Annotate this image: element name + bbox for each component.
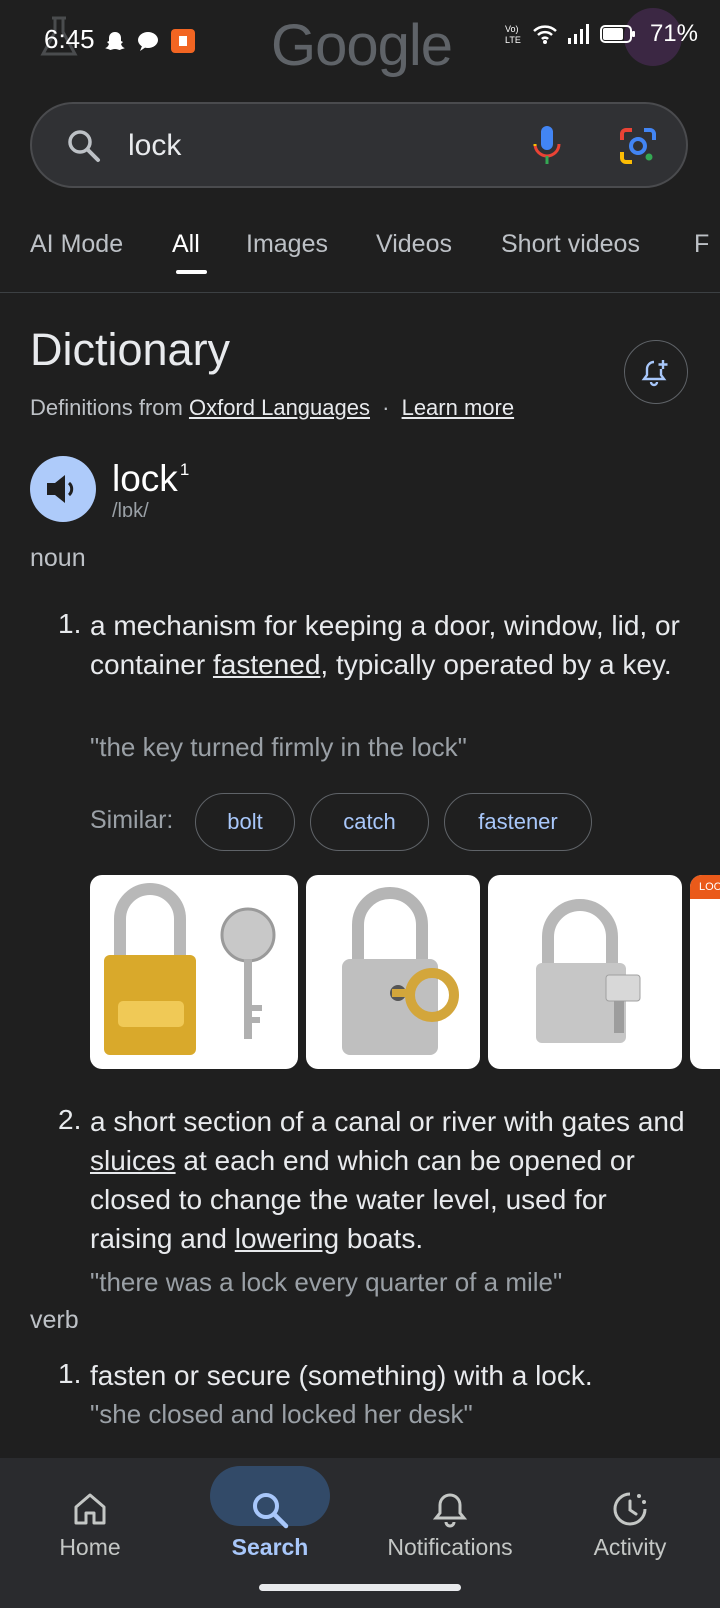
svg-text:LTE: LTE — [505, 35, 521, 45]
definition-part: a short section of a canal or river with… — [90, 1106, 685, 1137]
home-icon — [74, 1493, 106, 1525]
tab-short-videos[interactable]: Short videos — [501, 230, 640, 259]
definition-text: a short section of a canal or river with… — [90, 1102, 690, 1258]
nav-home[interactable]: Home — [0, 1458, 180, 1608]
learn-more-link[interactable]: Learn more — [402, 395, 515, 420]
signal-icon — [567, 24, 589, 44]
headword-text: lock — [112, 458, 178, 499]
nav-label: Home — [59, 1534, 121, 1560]
follow-button[interactable] — [624, 340, 688, 404]
nav-label: Activity — [593, 1534, 667, 1560]
status-bar: 6:45 Google Vo) LTE 71% — [0, 0, 720, 84]
tab-all[interactable]: All — [172, 230, 200, 259]
microphone-icon[interactable] — [532, 124, 562, 168]
snapchat-icon — [105, 32, 125, 50]
image-padlock-and-key-gold[interactable] — [90, 875, 298, 1069]
separator-dot: · — [382, 395, 390, 420]
link-lowering[interactable]: lowering — [235, 1223, 339, 1254]
image-padlock-with-key-silver[interactable] — [306, 875, 480, 1069]
search-input[interactable]: lock — [128, 129, 181, 163]
definition-number: 1. — [58, 1358, 82, 1389]
link-sluices[interactable]: sluices — [90, 1145, 176, 1176]
padlock-silver-image — [342, 887, 459, 1055]
definitions-source: Definitions from Oxford Languages · Lear… — [30, 395, 514, 421]
notification-icons — [104, 28, 196, 54]
bell-plus-icon — [641, 360, 668, 387]
part-of-speech-verb: verb — [30, 1306, 79, 1334]
battery-icon — [599, 25, 635, 43]
link-fastened[interactable]: fastened — [213, 649, 320, 680]
similar-chip-bolt[interactable]: bolt — [195, 793, 295, 851]
padlock-key-image — [104, 883, 276, 1055]
nav-label: Search — [231, 1534, 309, 1560]
similar-chip-catch[interactable]: catch — [310, 793, 429, 851]
headword-superscript: 1 — [179, 460, 190, 479]
volte-icon: Vo)LTE — [505, 24, 521, 45]
system-icons: Vo) LTE 71% — [504, 20, 698, 48]
bell-icon — [432, 1493, 468, 1528]
similar-chip-fastener[interactable]: fastener — [444, 793, 592, 851]
definition-text: a mechanism for keeping a door, window, … — [90, 606, 690, 684]
definition-part: , typically operated by a key. — [320, 649, 672, 680]
tab-images[interactable]: Images — [246, 230, 328, 259]
chat-icon — [138, 32, 158, 51]
nav-activity[interactable]: Activity — [540, 1458, 720, 1608]
oxford-languages-link[interactable]: Oxford Languages — [189, 395, 370, 420]
padlock-silver-key-image — [536, 899, 641, 1043]
source-prefix: Definitions from — [30, 395, 183, 420]
search-bar[interactable]: lock — [30, 102, 688, 188]
similar-label: Similar: — [90, 806, 174, 834]
image-lock-partial[interactable]: LOC — [690, 875, 720, 1069]
definition-text: fasten or secure (something) with a lock… — [90, 1356, 690, 1395]
active-tab-indicator — [176, 270, 207, 274]
part-of-speech-noun: noun — [30, 544, 86, 572]
definition-number: 2. — [58, 1104, 82, 1135]
battery-percent: 71% — [649, 20, 698, 47]
tab-next[interactable]: F — [694, 230, 709, 259]
activity-icon — [613, 1492, 647, 1526]
svg-text:Vo): Vo) — [505, 24, 519, 34]
google-lens-icon[interactable] — [618, 126, 658, 166]
headword: lock 1 — [112, 458, 189, 500]
app-icon — [171, 29, 195, 53]
pronunciation-button[interactable] — [30, 456, 96, 522]
image-badge: LOC — [690, 875, 720, 899]
definition-number: 1. — [58, 608, 82, 639]
search-icon — [68, 130, 100, 162]
speaker-icon — [47, 475, 74, 503]
tab-ai-mode[interactable]: AI Mode — [30, 230, 123, 259]
example-text: "there was a lock every quarter of a mil… — [90, 1267, 563, 1297]
example-text: "the key turned firmly in the lock" — [90, 732, 467, 762]
dictionary-title: Dictionary — [30, 324, 231, 375]
search-tabs: AI Mode All Images Videos Short videos F — [0, 226, 720, 293]
nav-label: Notifications — [387, 1534, 513, 1560]
home-indicator[interactable] — [259, 1584, 461, 1591]
tab-videos[interactable]: Videos — [376, 230, 452, 259]
wifi-icon — [533, 25, 557, 44]
google-logo: Google — [271, 13, 453, 78]
status-time: 6:45 — [44, 24, 95, 54]
definition-part: boats. — [339, 1223, 424, 1254]
search-icon — [253, 1493, 289, 1529]
phonetic: /lɒk/ — [112, 500, 149, 522]
example-text: "she closed and locked her desk" — [90, 1399, 473, 1429]
definition-part: fasten or secure (something) with a lock… — [90, 1360, 593, 1391]
image-padlock-silver-with-key[interactable] — [488, 875, 682, 1069]
